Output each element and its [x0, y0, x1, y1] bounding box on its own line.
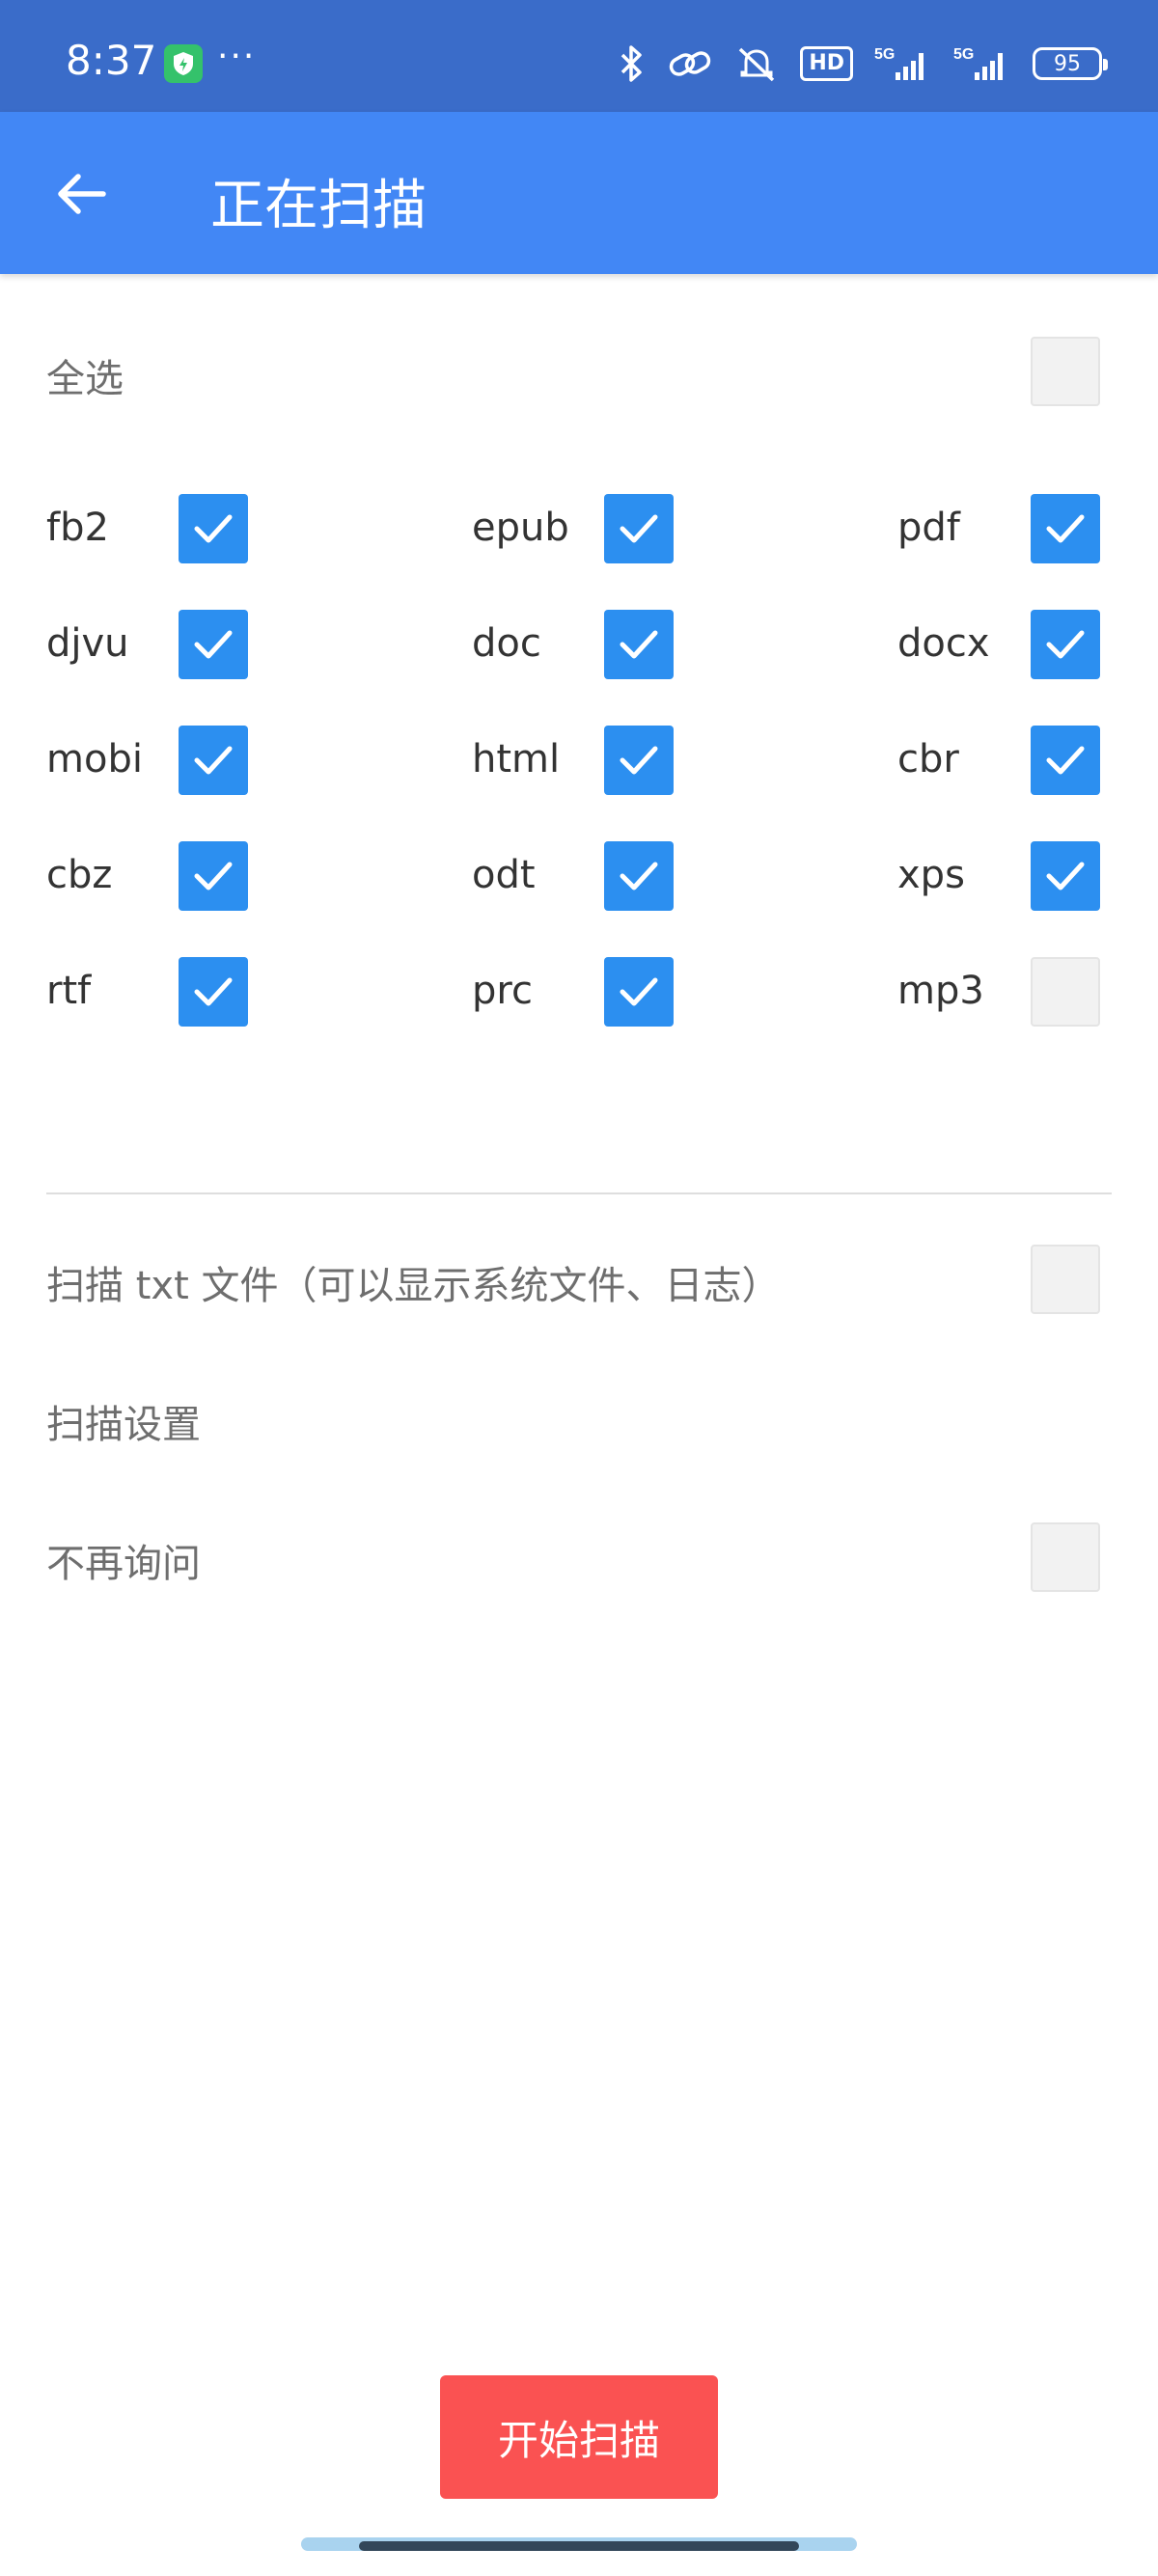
format-label-cbz: cbz: [46, 853, 113, 897]
status-time: 8:37: [66, 37, 157, 84]
format-checkbox-odt[interactable]: [604, 841, 674, 911]
home-indicator[interactable]: [359, 2541, 799, 2551]
format-label-fb2: fb2: [46, 506, 109, 550]
checkmark-icon: [194, 514, 233, 543]
format-checkbox-mobi[interactable]: [179, 726, 248, 795]
battery-icon: 95: [1033, 47, 1108, 80]
format-checkbox-epub[interactable]: [604, 494, 674, 563]
select-all-label: 全选: [46, 357, 124, 401]
checkmark-icon: [620, 746, 658, 775]
scan-txt-checkbox[interactable]: [1031, 1245, 1100, 1314]
format-label-mobi: mobi: [46, 737, 143, 781]
format-label-rtf: rtf: [46, 969, 92, 1013]
format-checkbox-mp3[interactable]: [1031, 957, 1100, 1027]
start-scan-button[interactable]: 开始扫描: [440, 2375, 718, 2499]
format-checkbox-cbr[interactable]: [1031, 726, 1100, 795]
arrow-left-icon: [58, 174, 106, 214]
format-label-docx: docx: [897, 621, 990, 666]
scan-txt-label: 扫描 txt 文件（可以显示系统文件、日志）: [46, 1264, 781, 1308]
signal-icon-2: 5G: [953, 46, 1003, 80]
link-icon: [670, 51, 711, 76]
format-label-mp3: mp3: [897, 969, 984, 1013]
shield-icon: [164, 44, 203, 83]
silent-icon: [739, 47, 775, 82]
page-title: 正在扫描: [210, 175, 427, 237]
dont-ask-checkbox[interactable]: [1031, 1522, 1100, 1592]
format-label-epub: epub: [472, 506, 569, 550]
format-label-djvu: djvu: [46, 621, 129, 666]
signal-icon: 5G: [874, 46, 924, 80]
battery-level: 95: [1054, 51, 1081, 76]
app-bar: 正在扫描: [0, 112, 1158, 274]
format-checkbox-prc[interactable]: [604, 957, 674, 1027]
format-checkbox-doc[interactable]: [604, 610, 674, 679]
dont-ask-label: 不再询问: [46, 1542, 201, 1586]
checkmark-icon: [194, 746, 233, 775]
start-scan-label: 开始扫描: [497, 2416, 660, 2464]
checkmark-icon: [194, 630, 233, 659]
net-label-1: 5G: [874, 46, 895, 63]
format-checkbox-cbz[interactable]: [179, 841, 248, 911]
status-bar: 8:37 ··· HD 5G 5G 95: [0, 0, 1158, 112]
net-label-2: 5G: [953, 46, 974, 63]
checkmark-icon: [620, 514, 658, 543]
checkmark-icon: [1046, 514, 1085, 543]
checkmark-icon: [620, 630, 658, 659]
format-label-pdf: pdf: [897, 506, 960, 550]
checkmark-icon: [1046, 862, 1085, 891]
format-checkbox-rtf[interactable]: [179, 957, 248, 1027]
checkmark-icon: [194, 862, 233, 891]
checkmark-icon: [1046, 630, 1085, 659]
format-checkbox-fb2[interactable]: [179, 494, 248, 563]
more-dots-icon: ···: [217, 37, 257, 76]
checkmark-icon: [194, 977, 233, 1006]
format-checkbox-docx[interactable]: [1031, 610, 1100, 679]
divider: [46, 1192, 1112, 1194]
format-label-odt: odt: [472, 853, 536, 897]
back-button[interactable]: [42, 160, 120, 228]
format-label-xps: xps: [897, 853, 965, 897]
format-checkbox-xps[interactable]: [1031, 841, 1100, 911]
select-all-checkbox[interactable]: [1031, 337, 1100, 406]
format-label-doc: doc: [472, 621, 541, 666]
format-label-cbr: cbr: [897, 737, 959, 781]
format-checkbox-html[interactable]: [604, 726, 674, 795]
status-icons: HD 5G 5G 95: [617, 41, 1108, 87]
format-checkbox-djvu[interactable]: [179, 610, 248, 679]
format-label-html: html: [472, 737, 561, 781]
checkmark-icon: [620, 862, 658, 891]
checkmark-icon: [1046, 746, 1085, 775]
scan-settings-link[interactable]: 扫描设置: [46, 1393, 201, 1449]
hd-badge: HD: [800, 46, 853, 81]
format-checkbox-pdf[interactable]: [1031, 494, 1100, 563]
bluetooth-icon: [621, 45, 643, 82]
checkmark-icon: [620, 977, 658, 1006]
format-label-prc: prc: [472, 969, 533, 1013]
